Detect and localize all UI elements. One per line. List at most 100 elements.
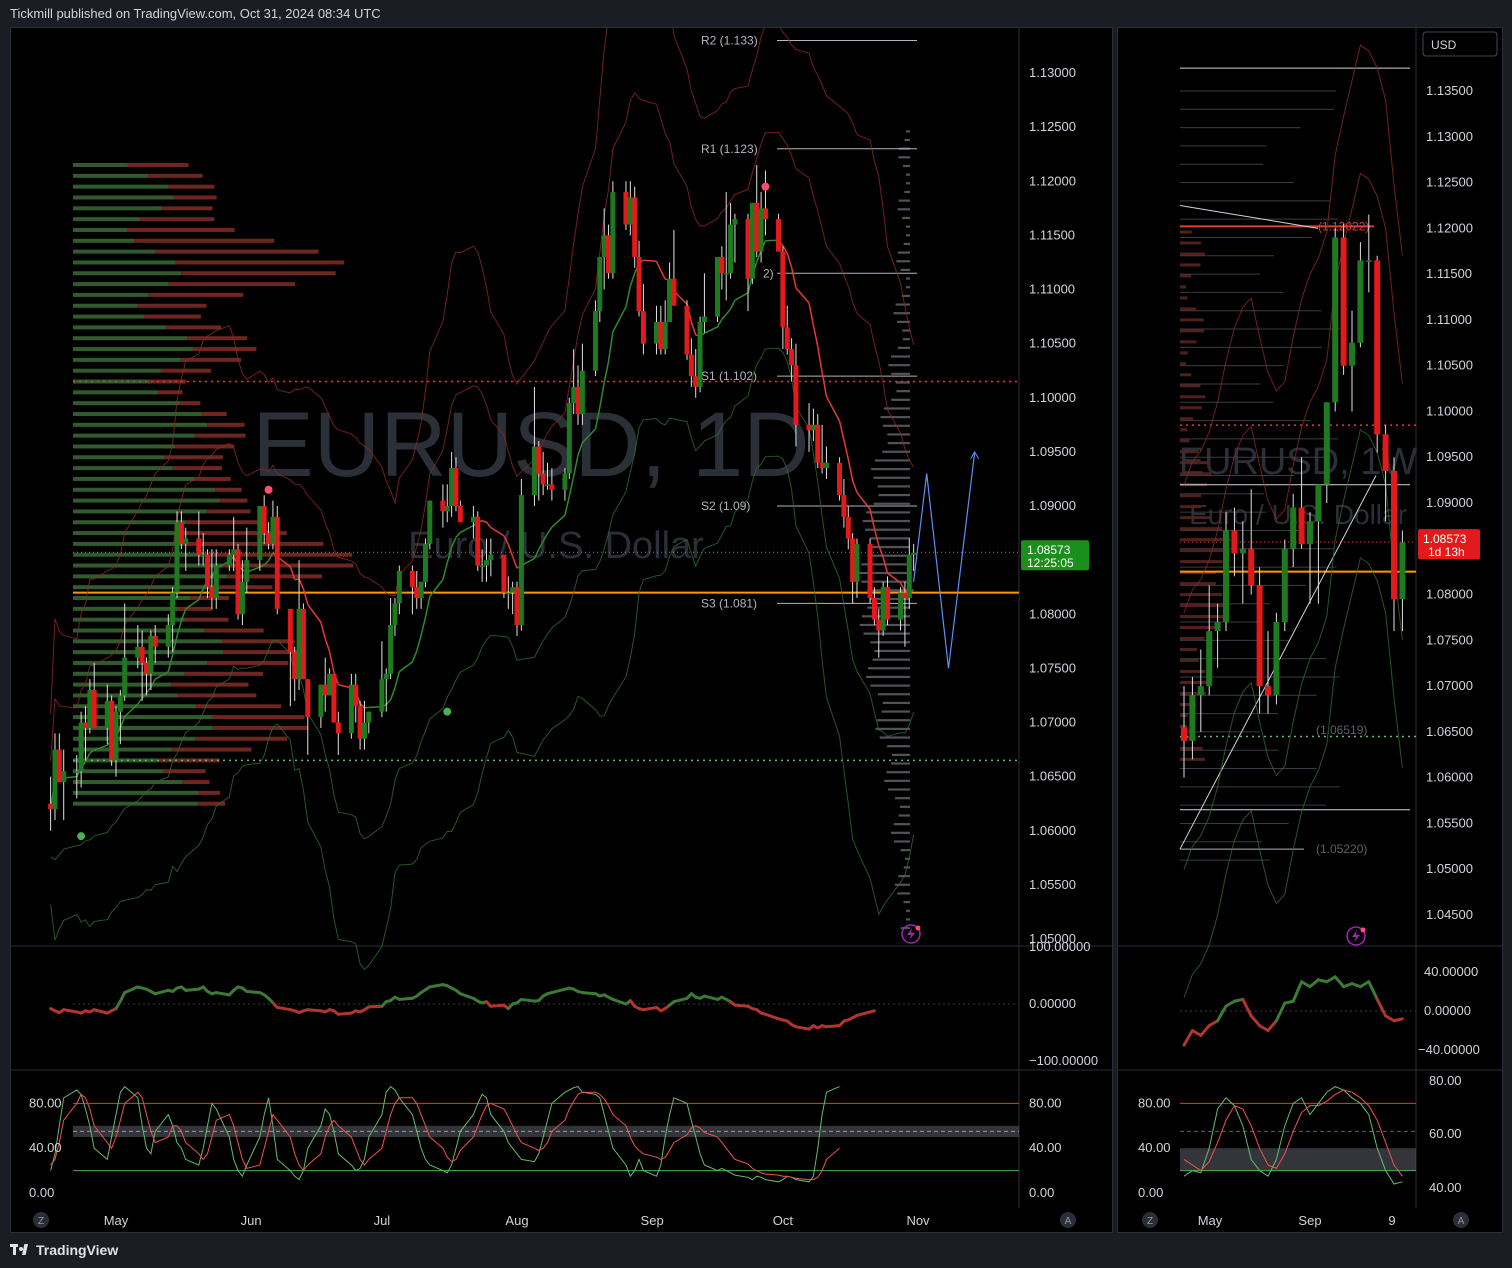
candle-body (693, 376, 699, 387)
weekly-band-line (1183, 44, 1403, 485)
moving-average-segment (808, 302, 815, 326)
candle-body (261, 506, 267, 534)
weekly-volume-bar (1180, 637, 1205, 641)
candle-body (579, 370, 585, 414)
volume-profile-bar (184, 617, 229, 622)
volume-profile-bar (73, 357, 181, 362)
oscillator-segment (641, 1005, 658, 1012)
candle-body (427, 500, 433, 544)
session-profile-bar (898, 814, 910, 817)
session-profile-bar (878, 493, 910, 497)
price-axis-label: 1.10000 (1029, 390, 1076, 405)
time-axis-label: May (104, 1213, 129, 1228)
session-profile-bar (890, 762, 910, 765)
moving-average-segment (812, 325, 819, 347)
candle-body (388, 625, 394, 674)
oscillator-segment (1308, 978, 1320, 989)
session-profile-bar (886, 771, 910, 774)
candle-body (758, 208, 764, 252)
oscillator-axis-label: −40.00000 (1418, 1042, 1480, 1057)
oscillator-segment (611, 997, 628, 1006)
stoch-left-axis-label: 40.00 (29, 1140, 62, 1155)
volume-profile-bar (73, 628, 205, 633)
candle-body (226, 554, 232, 566)
candle-body (48, 803, 54, 810)
moving-average-segment (394, 671, 401, 689)
price-axis-label: 1.09000 (1426, 495, 1473, 510)
volume-profile-bar (73, 401, 181, 406)
session-profile-bar (891, 398, 910, 401)
candle-body (662, 321, 668, 350)
weekly-volume-bar (1180, 505, 1202, 509)
oscillator-segment (519, 997, 536, 1003)
volume-profile-bar (144, 314, 201, 319)
volume-profile-bar (186, 520, 261, 525)
volume-profile-bar (73, 303, 138, 308)
weekly-chart-svg[interactable]: EURUSD, 1WEuro / U.S. Dollar(1.12022)(1.… (1118, 28, 1502, 1232)
session-profile-bar (888, 364, 910, 367)
weekly-volume-bar (1180, 263, 1201, 267)
moving-average-segment (704, 326, 718, 335)
price-axis-label: 1.11000 (1426, 312, 1472, 327)
candle-body (440, 500, 446, 512)
session-profile-bar (900, 849, 910, 852)
candle-body (815, 424, 821, 463)
daily-chart-svg[interactable]: EURUSD, 1DEuro / U.S. DollarR2 (1.133)R1… (11, 0, 1112, 1232)
volume-profile-bar (73, 411, 202, 416)
candle-body (139, 646, 145, 663)
volume-profile-bar (73, 292, 149, 297)
candle-body (627, 197, 633, 225)
oscillator-segment (153, 988, 170, 996)
volume-profile-bar (127, 163, 189, 168)
session-profile-bar (874, 649, 910, 653)
candle-body (300, 608, 306, 680)
oscillator-segment (92, 1008, 109, 1015)
weekly-chart-panel[interactable]: EURUSD, 1W Euro / U.S. Dollar (1.12022) (1.… (1117, 27, 1503, 1233)
candle-body (784, 327, 790, 350)
weekly-volume-bar (1180, 593, 1223, 597)
candle-body (231, 549, 237, 555)
volume-profile-bar (212, 715, 305, 720)
candle-body (239, 581, 245, 615)
watermark-symbol: EURUSD, 1D (252, 394, 809, 496)
session-profile-bar (906, 909, 910, 912)
moving-average-segment (424, 596, 431, 618)
candle-body (174, 522, 180, 593)
volume-profile-bar (134, 238, 275, 243)
volume-profile-bar (207, 660, 289, 665)
price-axis-label: 1.07500 (1029, 660, 1076, 675)
candle-body (361, 722, 367, 739)
candle-body (728, 224, 734, 274)
auto-scale-button-label: A (1458, 1216, 1465, 1227)
volume-profile-bar (73, 347, 193, 352)
daily-chart-panel[interactable]: EURUSD, 1D Euro / U.S. Dollar R2 (1.133) R1… (10, 0, 1113, 1233)
candle-body (1391, 470, 1397, 600)
moving-average-segment (625, 286, 632, 307)
oscillator-segment (367, 1004, 384, 1009)
auto-scale-button-label: A (1065, 1216, 1072, 1227)
price-axis-label: 1.12000 (1029, 173, 1076, 188)
candle-body (178, 522, 184, 544)
oscillator-segment (489, 1003, 506, 1008)
oscillator-segment (336, 1011, 353, 1016)
session-profile-bar (867, 554, 910, 557)
candle-body (122, 657, 128, 696)
time-axis-label: Jul (374, 1213, 391, 1228)
session-profile-bar (904, 190, 910, 194)
weekly-volume-bar (1180, 626, 1218, 630)
volume-profile-bar (171, 682, 249, 687)
candle-body (483, 560, 489, 566)
session-profile-bar (873, 476, 910, 479)
session-profile-bar (903, 242, 910, 246)
candle-body (745, 219, 751, 279)
session-profile-bar (906, 182, 910, 185)
price-axis-label: 1.13500 (1426, 83, 1473, 98)
volume-profile-bar (73, 541, 183, 546)
candle-body (1315, 484, 1322, 522)
candle-body (1365, 260, 1372, 262)
weekly-volume-bar (1180, 230, 1192, 234)
candle-body (183, 538, 189, 544)
candle-body (715, 257, 720, 317)
last-price-value: 1.08573 (1423, 532, 1467, 546)
volume-profile-bar (206, 509, 251, 514)
